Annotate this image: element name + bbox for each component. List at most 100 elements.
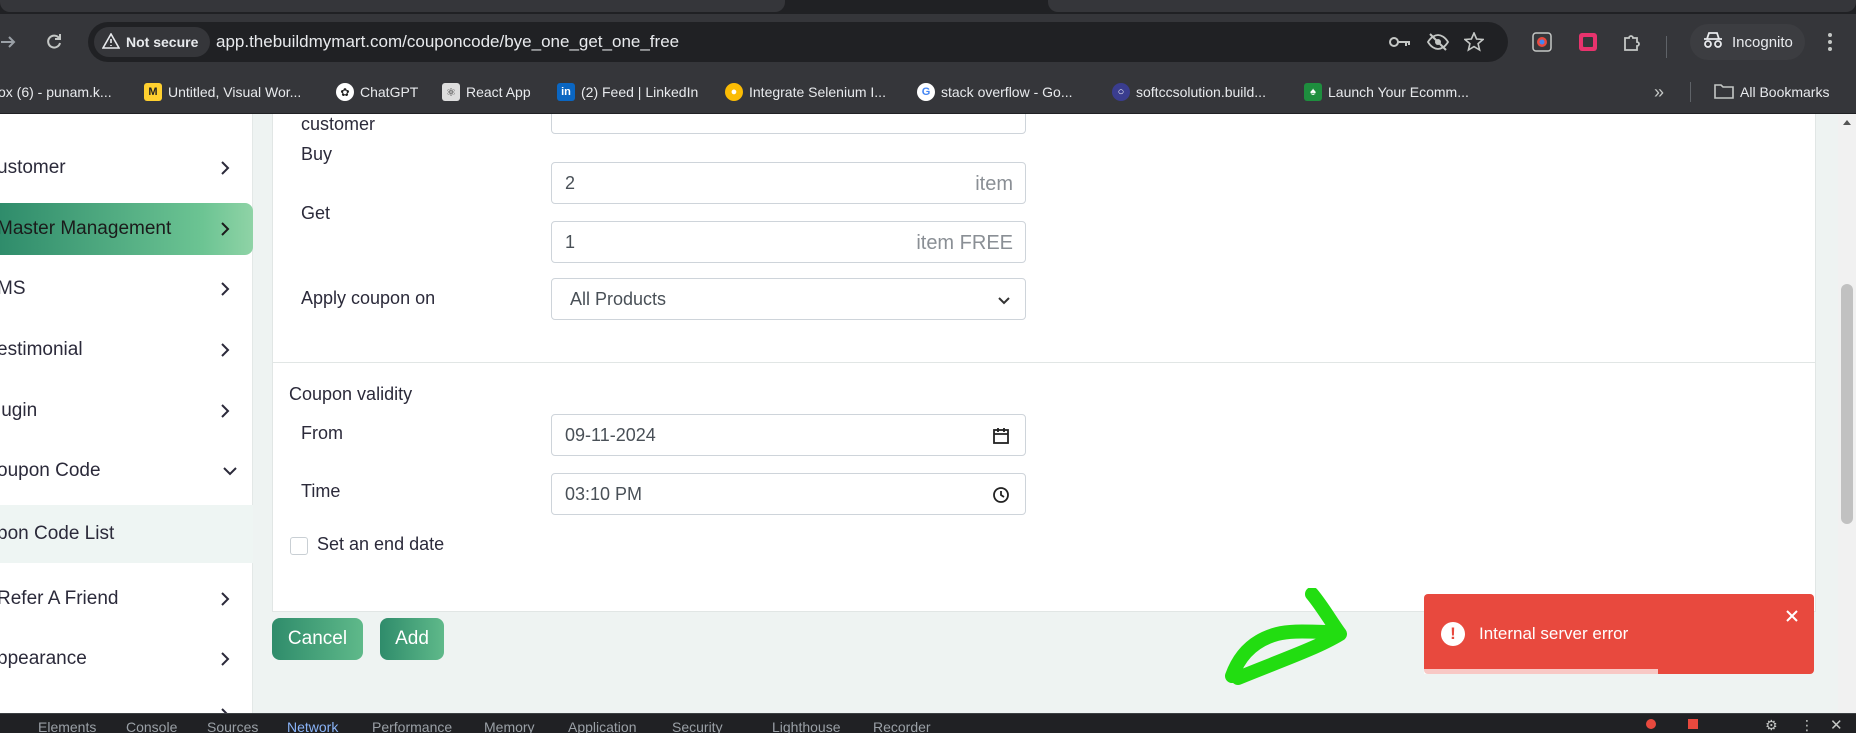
chatgpt-icon: ✿ xyxy=(336,83,354,101)
error-count-icon[interactable] xyxy=(1646,719,1656,729)
bookmark-label: Integrate Selenium I... xyxy=(749,84,886,100)
bookmark-item[interactable]: ✿ ChatGPT xyxy=(336,80,418,104)
incognito-chip[interactable]: Incognito xyxy=(1690,24,1805,60)
page-content: ustomer Master Management MS estimonial … xyxy=(0,114,1856,713)
security-chip[interactable]: Not secure xyxy=(94,27,211,57)
bookmark-item[interactable]: ⚛ React App xyxy=(442,80,531,104)
customer-label: customer xyxy=(301,114,376,134)
buy-quantity-input[interactable]: 2 item xyxy=(551,162,1026,204)
forward-icon[interactable] xyxy=(0,28,22,56)
apply-coupon-value: All Products xyxy=(570,289,667,309)
devtools-tab-security[interactable]: Security xyxy=(672,719,723,733)
sidebar-item-label: Master Management xyxy=(0,218,172,239)
sidebar-item-cms[interactable]: MS xyxy=(0,264,253,314)
page-scrollbar[interactable] xyxy=(1838,114,1856,713)
bookmark-item[interactable]: Gstack overflow - Go... xyxy=(917,80,1072,104)
devtools-menu-icon[interactable]: ⋮ xyxy=(1800,717,1814,733)
browser-toolbar: Not secure app.thebuildmymart.com/coupon… xyxy=(0,14,1856,70)
bookmark-item[interactable]: in (2) Feed | LinkedIn xyxy=(557,80,698,104)
sidebar-item-appearance[interactable]: ppearance xyxy=(0,634,253,684)
chevron-right-icon xyxy=(221,222,230,236)
get-label: Get xyxy=(301,203,331,223)
sidebar-item-label: MS xyxy=(0,278,26,299)
bookmark-item[interactable]: ox (6) - punam.k... xyxy=(0,80,112,104)
key-icon[interactable] xyxy=(1388,30,1412,54)
error-toast: ! Internal server error xyxy=(1424,594,1814,674)
linkedin-icon: in xyxy=(557,83,575,101)
toolbar-separator xyxy=(1666,36,1667,58)
chevron-right-icon xyxy=(221,652,230,666)
settings-gear-icon[interactable]: ⚙ xyxy=(1765,717,1778,733)
security-label: Not secure xyxy=(126,34,199,50)
apply-coupon-label: Apply coupon on xyxy=(301,288,436,308)
reload-icon[interactable] xyxy=(40,28,68,56)
chevron-right-icon xyxy=(221,282,230,296)
sidebar-item-coupon-code-list[interactable]: pon Code List xyxy=(0,505,253,563)
time-input[interactable]: 03:10 PM xyxy=(551,473,1026,515)
set-end-date-checkbox[interactable] xyxy=(290,537,308,555)
browser-tab[interactable] xyxy=(1048,0,1856,12)
bookmark-separator xyxy=(1690,82,1691,102)
devtools-tab-console[interactable]: Console xyxy=(126,719,177,733)
clock-icon[interactable] xyxy=(991,485,1011,505)
get-quantity-input[interactable]: 1 item FREE xyxy=(551,221,1026,263)
url-text[interactable]: app.thebuildmymart.com/couponcode/bye_on… xyxy=(216,32,679,52)
extension-square-icon[interactable] xyxy=(1574,28,1602,56)
issue-count-icon[interactable] xyxy=(1688,719,1698,729)
sidebar-item-testimonial[interactable]: estimonial xyxy=(0,325,253,375)
set-end-date-label: Set an end date xyxy=(317,534,445,554)
sidebar-item-label: ustomer xyxy=(0,157,66,178)
scrollbar-thumb[interactable] xyxy=(1841,284,1853,524)
devtools-tab-elements[interactable]: Elements xyxy=(38,719,96,733)
devtools-tab-lighthouse[interactable]: Lighthouse xyxy=(772,719,841,733)
extensions-puzzle-icon[interactable] xyxy=(1618,28,1646,56)
error-icon: ! xyxy=(1441,622,1465,646)
devtools-tab-application[interactable]: Application xyxy=(568,719,637,733)
sidebar-item-coupon-code[interactable]: oupon Code xyxy=(0,446,253,496)
apply-coupon-select[interactable]: All Products xyxy=(551,278,1026,320)
bookmark-label: (2) Feed | LinkedIn xyxy=(581,84,699,100)
sidebar-item-master-management[interactable]: Master Management xyxy=(0,203,253,255)
bookmark-item[interactable]: ♠ Launch Your Ecomm... xyxy=(1304,80,1469,104)
add-button[interactable]: Add xyxy=(380,618,444,660)
devtools-tab-sources[interactable]: Sources xyxy=(207,719,258,733)
devtools-close-icon[interactable]: ✕ xyxy=(1830,716,1843,733)
sidebar-item-partial[interactable] xyxy=(0,690,253,713)
chrome-icon: ● xyxy=(725,83,743,101)
bookmark-item[interactable]: ● Integrate Selenium I... xyxy=(725,80,886,104)
calendar-icon[interactable] xyxy=(991,426,1011,446)
sidebar-item-refer-a-friend[interactable]: Refer A Friend xyxy=(0,574,253,624)
address-bar[interactable]: Not secure app.thebuildmymart.com/coupon… xyxy=(88,22,1508,62)
customer-field[interactable] xyxy=(551,114,1026,134)
devtools-tab-network[interactable]: Network xyxy=(287,719,338,733)
chevron-right-icon xyxy=(221,161,230,175)
close-icon[interactable] xyxy=(1782,606,1802,626)
sidebar-item-plugin[interactable]: lugin xyxy=(0,386,253,436)
eye-slash-icon[interactable] xyxy=(1426,30,1450,54)
browser-tab[interactable] xyxy=(0,0,785,12)
devtools-tab-recorder[interactable]: Recorder xyxy=(873,719,931,733)
devtools-tab-performance[interactable]: Performance xyxy=(372,719,452,733)
coupon-validity-card xyxy=(272,362,1816,612)
globe-icon: ○ xyxy=(1112,83,1130,101)
star-icon[interactable] xyxy=(1462,30,1486,54)
more-bookmarks-icon[interactable]: » xyxy=(1654,80,1664,104)
sidebar-item-label: pon Code List xyxy=(0,523,115,544)
from-date-input[interactable]: 09-11-2024 xyxy=(551,414,1026,456)
all-bookmarks[interactable]: All Bookmarks xyxy=(1714,80,1829,104)
toast-progress-bar xyxy=(1424,669,1658,674)
sidebar: ustomer Master Management MS estimonial … xyxy=(0,114,253,713)
chevron-right-icon xyxy=(221,708,228,713)
scroll-up-icon[interactable] xyxy=(1842,118,1852,126)
cancel-button[interactable]: Cancel xyxy=(272,618,363,660)
devtools-tab-memory[interactable]: Memory xyxy=(484,719,535,733)
coupon-validity-title: Coupon validity xyxy=(289,384,413,404)
buy-label: Buy xyxy=(301,144,333,164)
bookmark-item[interactable]: ○ softccsolution.build... xyxy=(1112,80,1266,104)
miro-icon: M xyxy=(144,83,162,101)
menu-kebab-icon[interactable] xyxy=(1816,28,1844,56)
extension-camera-icon[interactable] xyxy=(1528,28,1556,56)
bookmark-label: Untitled, Visual Wor... xyxy=(168,84,302,100)
bookmark-item[interactable]: M Untitled, Visual Wor... xyxy=(144,80,301,104)
sidebar-item-customer[interactable]: ustomer xyxy=(0,143,253,193)
